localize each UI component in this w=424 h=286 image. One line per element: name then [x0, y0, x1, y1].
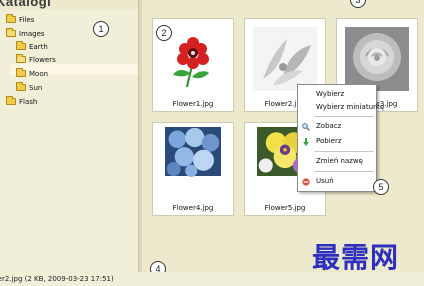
menu-item-rename[interactable]: Zmień nazwę	[298, 155, 376, 168]
folder-open-icon	[16, 54, 26, 63]
download-arrow-icon	[303, 138, 309, 146]
menu-item-label: Pobierz	[316, 137, 342, 145]
menu-item-label: Wybierz	[316, 90, 345, 98]
menu-item-select-thumbnail[interactable]: Wybierz miniaturkę	[298, 101, 384, 114]
folder-icon	[6, 96, 16, 105]
tree-item-label: Sun	[29, 84, 43, 92]
tree-item-label: Flowers	[29, 56, 56, 64]
folder-tree: Files Images Earth Flowers Moon Sun Flas…	[0, 10, 138, 270]
tree-item-label: Moon	[29, 70, 49, 78]
menu-item-select[interactable]: Wybierz	[298, 88, 376, 101]
folder-icon	[16, 68, 26, 77]
menu-item-label: Wybierz miniaturkę	[316, 103, 385, 111]
tree-item-label: Images	[19, 30, 45, 38]
folder-icon	[16, 41, 26, 50]
gray-lily-photo	[253, 27, 317, 91]
folder-icon	[6, 14, 16, 23]
thumbnail-caption: Flower1.jpg	[172, 100, 214, 108]
blue-hydrangea-photo	[165, 127, 221, 177]
tree-item-label: Files	[19, 16, 35, 24]
menu-separator	[314, 116, 374, 117]
menu-item-label: Usuń	[316, 177, 334, 185]
folder-icon	[16, 82, 26, 91]
menu-separator	[314, 171, 374, 172]
callout-1: 1	[93, 21, 109, 37]
delete-icon	[302, 178, 310, 186]
menu-separator	[314, 151, 374, 152]
menu-item-delete[interactable]: Usuń	[298, 175, 376, 188]
thumbnail-item[interactable]: Flower4.jpg	[152, 122, 234, 216]
menu-item-label: Zmień nazwę	[316, 157, 363, 165]
thumbnail-grid: Flower1.jpg Flower2.jpg Flower3.jpg Flow…	[142, 0, 424, 272]
watermark: 最需网	[312, 241, 400, 274]
menu-item-download[interactable]: Pobierz	[298, 135, 376, 148]
status-text: wer2.jpg (2 KB, 2009-03-23 17:51)	[0, 275, 114, 283]
app-title: Katalogi	[0, 0, 52, 9]
callout-5: 5	[373, 179, 389, 195]
menu-item-label: Zobacz	[316, 122, 342, 130]
callout-2: 2	[156, 25, 172, 41]
thumbnail-caption: Flower4.jpg	[172, 204, 214, 212]
gray-rose-photo	[345, 27, 409, 91]
tree-item-label: Earth	[29, 43, 48, 51]
folder-open-icon	[6, 28, 16, 37]
menu-item-view[interactable]: Zobacz	[298, 120, 376, 133]
tree-item-label: Flash	[19, 98, 38, 106]
thumbnail-caption: Flower5.jpg	[264, 204, 306, 212]
context-menu: Wybierz Wybierz miniaturkę Zobacz Pobier…	[297, 84, 384, 192]
magnifier-icon	[302, 123, 310, 131]
